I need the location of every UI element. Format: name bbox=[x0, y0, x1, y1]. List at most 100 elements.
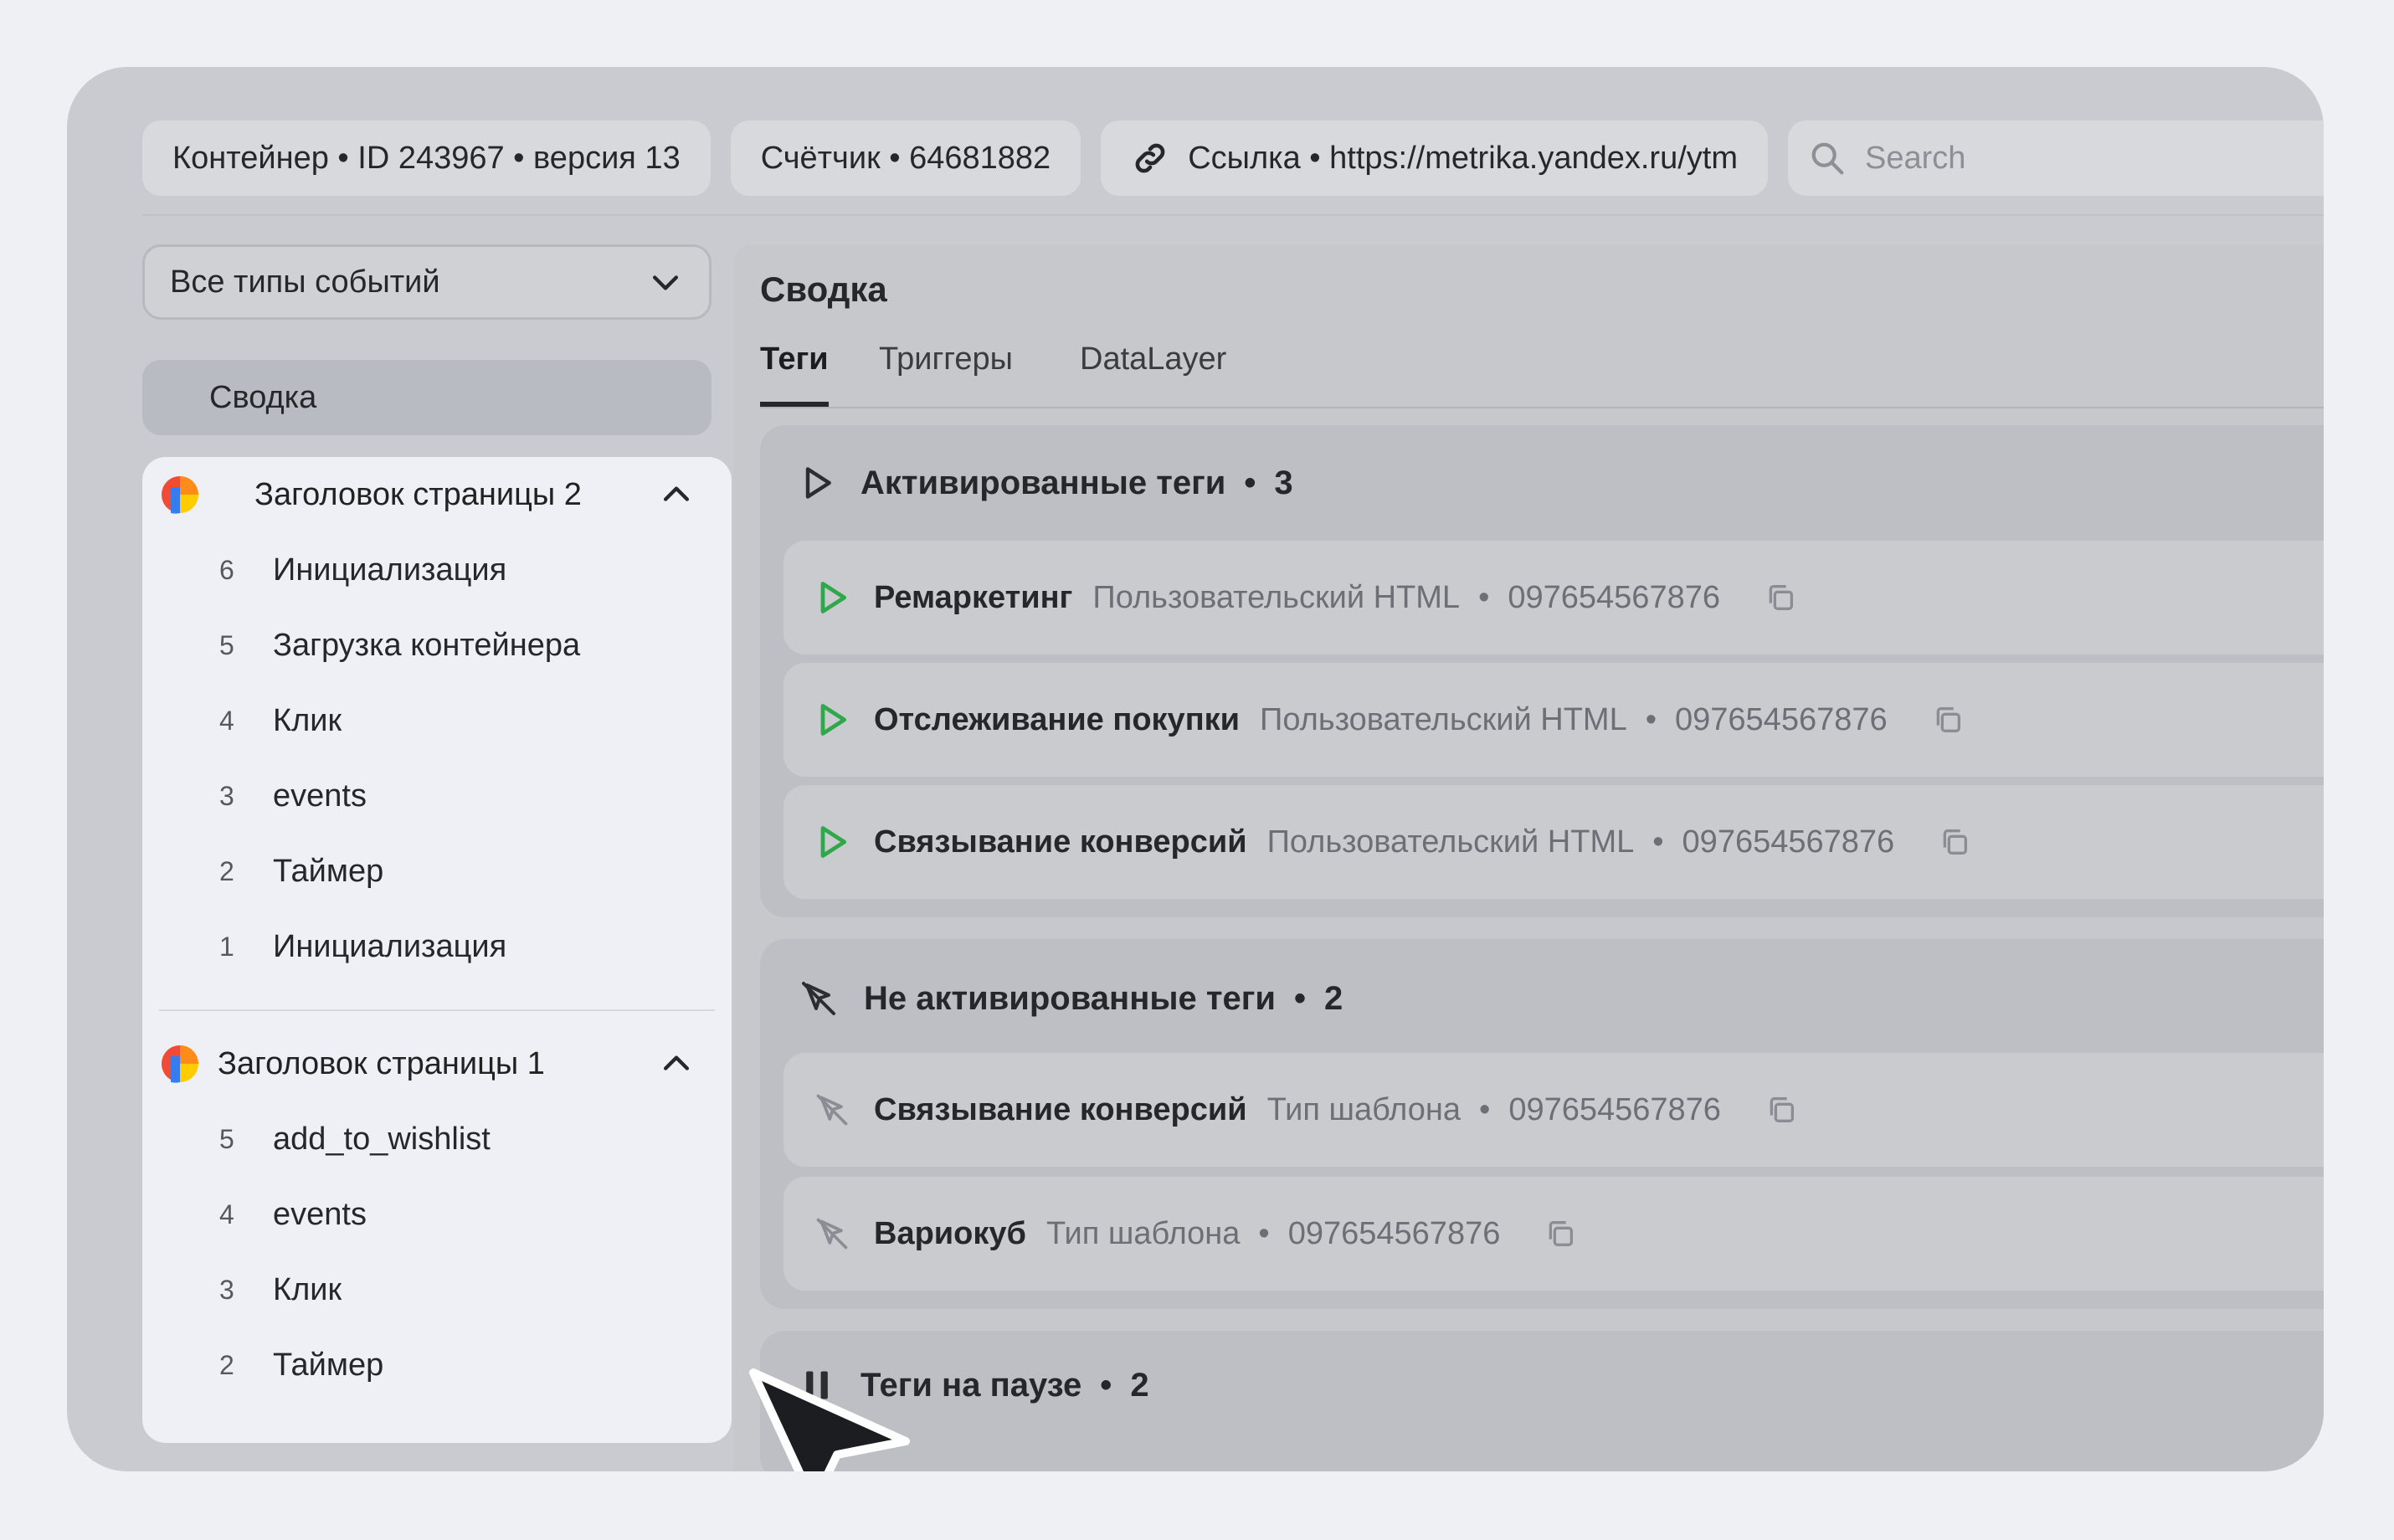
tag-row[interactable]: Связывание конверсий Пользовательский HT… bbox=[783, 785, 2324, 899]
tab-datalayer[interactable]: DataLayer bbox=[1080, 341, 1226, 407]
group-header-page-1[interactable]: Заголовок страницы 1 bbox=[142, 1026, 732, 1101]
copy-icon[interactable] bbox=[1931, 703, 1965, 737]
play-icon bbox=[820, 826, 847, 858]
list-item[interactable]: 6 Инициализация bbox=[142, 532, 732, 608]
tag-type: Тип шаблона bbox=[1045, 1215, 1241, 1251]
play-icon bbox=[820, 582, 847, 613]
tab-triggers[interactable]: Триггеры bbox=[879, 341, 1013, 407]
container-label: Контейнер • ID 243967 • версия 13 bbox=[172, 140, 681, 176]
list-item[interactable]: 4 events bbox=[142, 1177, 732, 1252]
link-chip[interactable]: Ссылка • https://metrika.yandex.ru/ytm bbox=[1101, 121, 1768, 196]
tag-type: Пользовательский HTML bbox=[1266, 824, 1635, 860]
item-number: 5 bbox=[219, 1123, 234, 1154]
cursor-off-icon bbox=[802, 982, 835, 1015]
tag-row[interactable]: Связывание конверсий Тип шаблона • 09765… bbox=[783, 1053, 2324, 1167]
item-number: 1 bbox=[219, 931, 234, 962]
play-icon bbox=[820, 704, 847, 736]
item-label: Таймер bbox=[273, 1347, 384, 1383]
tag-row[interactable]: Отслеживание покупки Пользовательский HT… bbox=[783, 663, 2324, 777]
top-bar: Контейнер • ID 243967 • версия 13 Счётчи… bbox=[142, 121, 2324, 196]
tag-type: Пользовательский HTML bbox=[1260, 701, 1627, 737]
group-title: Заголовок страницы 1 bbox=[218, 1045, 545, 1081]
paused-tags-section: Теги на паузе • 2 bbox=[760, 1331, 2324, 1471]
tag-name: Отслеживание покупки bbox=[874, 701, 1241, 737]
section-header[interactable]: Активированные теги • 3 bbox=[799, 445, 1293, 521]
item-label: Инициализация bbox=[273, 928, 507, 964]
item-number: 4 bbox=[219, 705, 234, 736]
chevron-up-icon[interactable] bbox=[658, 1045, 695, 1082]
item-number: 6 bbox=[219, 554, 234, 585]
list-item[interactable]: 2 Таймер bbox=[142, 1327, 732, 1403]
tag-type: Пользовательский HTML bbox=[1092, 579, 1461, 615]
separator-dot: • bbox=[1645, 701, 1657, 737]
item-label: events bbox=[273, 778, 367, 814]
container-chip[interactable]: Контейнер • ID 243967 • версия 13 bbox=[142, 121, 711, 196]
item-number: 2 bbox=[219, 855, 234, 886]
copy-icon[interactable] bbox=[1544, 1217, 1577, 1250]
event-type-select[interactable]: Все типы событий bbox=[142, 244, 712, 320]
divider bbox=[142, 214, 2324, 216]
tag-row[interactable]: Ремаркетинг Пользовательский HTML • 0976… bbox=[783, 541, 2324, 654]
section-count: 2 bbox=[1324, 979, 1343, 1017]
list-item[interactable]: 1 Инициализация bbox=[142, 909, 732, 984]
chevron-down-icon bbox=[652, 275, 679, 290]
item-label: Клик bbox=[273, 1271, 342, 1307]
sidebar-item-summary[interactable]: Сводка bbox=[142, 360, 712, 435]
item-label: Клик bbox=[273, 702, 342, 738]
copy-icon[interactable] bbox=[1764, 581, 1797, 614]
link-label: Ссылка • https://metrika.yandex.ru/ytm bbox=[1188, 140, 1738, 176]
tag-row[interactable]: Вариокуб Тип шаблона • 097654567876 bbox=[783, 1177, 2324, 1291]
cursor-off-icon bbox=[816, 1094, 848, 1126]
item-label: Инициализация bbox=[273, 552, 507, 588]
copy-icon[interactable] bbox=[1765, 1093, 1798, 1127]
tab-tags[interactable]: Теги bbox=[760, 341, 829, 407]
group-header-page-2[interactable]: Заголовок страницы 2 bbox=[142, 457, 732, 532]
tag-id: 097654567876 bbox=[1287, 1215, 1501, 1251]
section-header[interactable]: Не активированные теги • 2 bbox=[799, 961, 1343, 1036]
mouse-pointer-icon bbox=[749, 1368, 910, 1471]
tag-name: Ремаркетинг bbox=[874, 579, 1073, 615]
search-input[interactable]: Search bbox=[1787, 121, 2324, 196]
item-label: events bbox=[273, 1196, 367, 1232]
list-item[interactable]: 5 add_to_wishlist bbox=[142, 1101, 732, 1177]
separator-dot: • bbox=[1258, 1215, 1270, 1251]
tag-name: Связывание конверсий bbox=[874, 1091, 1247, 1127]
not-activated-tags-section: Не активированные теги • 2 Связывание ко… bbox=[760, 939, 2324, 1309]
separator-dot: • bbox=[1479, 1091, 1491, 1127]
separator-dot: • bbox=[1244, 464, 1256, 501]
item-label: add_to_wishlist bbox=[273, 1121, 491, 1157]
list-item[interactable]: 2 Таймер bbox=[142, 834, 732, 909]
list-item[interactable]: 5 Загрузка контейнера bbox=[142, 608, 732, 683]
item-label: Таймер bbox=[273, 853, 384, 889]
cursor-off-icon bbox=[816, 1218, 848, 1250]
summary-panel: Сводка Теги Триггеры DataLayer Активиров… bbox=[733, 244, 2324, 1471]
item-number: 3 bbox=[219, 1274, 234, 1305]
separator-dot: • bbox=[1293, 979, 1306, 1017]
chevron-up-icon[interactable] bbox=[658, 476, 695, 513]
list-item[interactable]: 3 events bbox=[142, 758, 732, 834]
divider bbox=[159, 1009, 715, 1011]
activated-tags-section: Активированные теги • 3 Ремаркетинг Поль… bbox=[760, 425, 2324, 917]
item-number: 4 bbox=[219, 1199, 234, 1229]
item-number: 5 bbox=[219, 629, 234, 660]
page-title: Сводка bbox=[760, 270, 887, 309]
tab-bar: Теги Триггеры DataLayer bbox=[760, 341, 2324, 408]
list-item[interactable]: 3 Клик bbox=[142, 1252, 732, 1327]
counter-label: Счётчик • 64681882 bbox=[760, 140, 1051, 176]
separator-dot: • bbox=[1652, 824, 1664, 860]
summary-label: Сводка bbox=[209, 379, 317, 415]
play-icon bbox=[805, 467, 831, 499]
tag-name: Связывание конверсий bbox=[874, 824, 1247, 860]
section-count: 2 bbox=[1130, 1366, 1149, 1404]
copy-icon[interactable] bbox=[1938, 825, 1971, 859]
separator-dot: • bbox=[1100, 1366, 1112, 1404]
search-icon bbox=[1811, 142, 1844, 175]
tag-id: 097654567876 bbox=[1682, 824, 1895, 860]
section-title: Не активированные теги bbox=[864, 979, 1276, 1017]
tag-id: 097654567876 bbox=[1675, 701, 1888, 737]
app-window: Контейнер • ID 243967 • версия 13 Счётчи… bbox=[67, 67, 2324, 1471]
counter-chip[interactable]: Счётчик • 64681882 bbox=[730, 121, 1081, 196]
metrika-logo-icon bbox=[162, 1045, 198, 1083]
list-item[interactable]: 4 Клик bbox=[142, 683, 732, 758]
item-number: 3 bbox=[219, 780, 234, 811]
